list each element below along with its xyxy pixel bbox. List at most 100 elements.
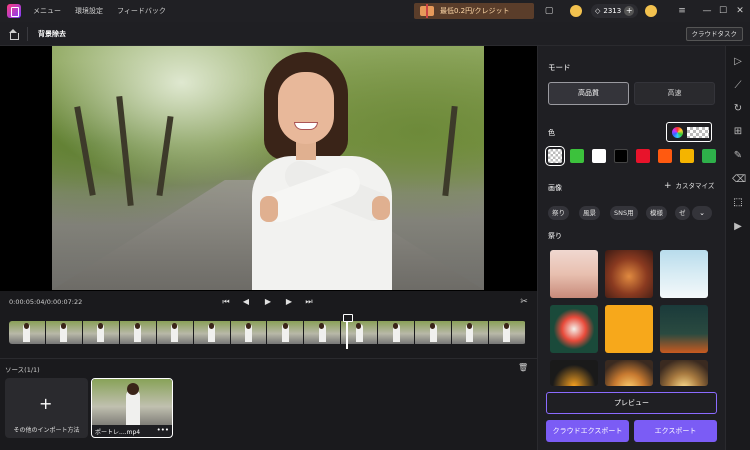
video-preview[interactable] — [0, 46, 537, 291]
color-picker-button[interactable] — [666, 122, 712, 142]
menu-item-feedback[interactable]: フィードバック — [117, 6, 166, 16]
video-play-icon[interactable]: ▶ — [732, 221, 744, 233]
skip-forward-icon[interactable]: ⏭ — [303, 296, 315, 308]
cloud-task-button[interactable]: クラウドタスク — [685, 27, 743, 41]
trash-icon[interactable]: 🗑 — [518, 363, 528, 373]
step-back-icon[interactable]: ◀ — [240, 296, 252, 308]
clip-name: ポートレ....mp4 — [95, 429, 141, 436]
chip-landscape[interactable]: 風景 — [579, 206, 600, 220]
chip-pattern[interactable]: 模様 — [646, 206, 667, 220]
category-label: 祭り — [548, 232, 562, 240]
timeline-frame — [230, 321, 268, 344]
home-icon[interactable] — [8, 29, 19, 40]
play-icon[interactable]: ▷ — [732, 56, 744, 68]
grid-icon[interactable]: ⊞ — [732, 126, 744, 138]
step-forward-icon[interactable]: ▶ — [283, 296, 295, 308]
promo-banner[interactable]: 最低0.2円/クレジット — [414, 3, 534, 19]
sub-toolbar: 背景除去 クラウドタスク — [0, 22, 750, 46]
chip-festival[interactable]: 祭り — [548, 206, 569, 220]
timeline-frame — [304, 321, 342, 344]
tool-strip: ▷ ⟋ ↻ ⊞ ✎ ⌫ ⬚ ▶ — [725, 46, 750, 450]
add-credits-icon[interactable]: + — [624, 6, 635, 16]
diamond-icon: ◇ — [595, 7, 601, 15]
promo-text: 最低0.2円/クレジット — [440, 7, 510, 15]
background-thumbnail[interactable] — [660, 360, 708, 386]
title-bar: メニュー 環境設定 フィードバック 最低0.2円/クレジット ▢ ◇ 2313 … — [0, 0, 750, 22]
timeline-playhead[interactable] — [343, 314, 353, 349]
divider — [27, 27, 28, 41]
menu-item-menu[interactable]: メニュー — [33, 6, 61, 16]
swatch-green[interactable] — [570, 149, 584, 163]
trend-icon[interactable]: ⟋ — [732, 80, 744, 92]
skip-back-icon[interactable]: ⏮ — [220, 296, 232, 308]
export-button[interactable]: エクスポート — [634, 420, 717, 442]
chip-more-category[interactable]: ゼ — [675, 206, 690, 220]
menu-item-preferences[interactable]: 環境設定 — [75, 6, 103, 16]
background-thumbnail[interactable] — [605, 305, 653, 353]
timeline-filmstrip[interactable] — [9, 321, 526, 344]
swatch-black[interactable] — [614, 149, 628, 163]
chip-sns[interactable]: SNS用 — [610, 206, 638, 220]
transparent-preview — [687, 127, 709, 138]
refresh-icon[interactable]: ↻ — [732, 103, 744, 115]
play-icon[interactable]: ▶ — [262, 296, 274, 308]
swatch-white[interactable] — [592, 149, 606, 163]
timeline-frame — [193, 321, 231, 344]
gift-icon — [420, 4, 434, 18]
cloud-export-button[interactable]: クラウドエクスポート — [546, 420, 629, 442]
plus-icon: + — [39, 394, 53, 413]
playback-bar: 0:00:05:04/0:00:07:22 ⏮ ◀ ▶ ▶ ⏭ ✂ — [0, 291, 537, 313]
mode-fast-button[interactable]: 高速 — [634, 82, 715, 105]
background-thumbnail[interactable] — [660, 250, 708, 298]
customize-button[interactable]: + カスタマイズ — [664, 180, 714, 191]
import-label: その他のインポート方法 — [13, 427, 80, 434]
credits-display[interactable]: ◇ 2313 + — [591, 4, 639, 18]
timeline-frame — [378, 321, 416, 344]
user-avatar[interactable] — [645, 5, 657, 17]
image-title: 画像 — [548, 184, 562, 192]
tree-trunk — [442, 105, 458, 197]
chevron-down-icon[interactable]: ⌄ — [692, 206, 712, 220]
background-thumbnail[interactable] — [550, 305, 598, 353]
swatch-orange[interactable] — [658, 149, 672, 163]
customize-label: カスタマイズ — [675, 182, 715, 190]
swatch-red[interactable] — [636, 149, 650, 163]
background-thumbnail[interactable] — [605, 250, 653, 298]
person-subject — [222, 52, 422, 290]
scissors-icon[interactable]: ✂ — [518, 296, 530, 308]
timeline-frame — [82, 321, 120, 344]
background-thumbnail[interactable] — [550, 360, 598, 386]
swatch-dark-green[interactable] — [702, 149, 716, 163]
window-icon[interactable]: ▢ — [543, 5, 555, 17]
timecode: 0:00:05:04/0:00:07:22 — [9, 298, 83, 306]
tree-trunk — [74, 106, 96, 196]
more-menu-icon[interactable]: ≡ — [675, 4, 689, 18]
edit-icon[interactable]: ✎ — [732, 150, 744, 162]
maximize-icon[interactable]: ☐ — [716, 4, 730, 18]
plus-icon: + — [664, 181, 672, 191]
background-thumbnail[interactable] — [550, 250, 598, 298]
background-thumbnail[interactable] — [605, 360, 653, 386]
mode-high-quality-button[interactable]: 高品質 — [548, 82, 629, 105]
source-clip[interactable]: ポートレ....mp4 ••• — [91, 378, 173, 438]
import-more-button[interactable]: + その他のインポート方法 — [5, 378, 88, 438]
clip-thumbnail — [92, 379, 172, 425]
timeline-frame — [415, 321, 453, 344]
close-icon[interactable]: ✕ — [733, 4, 747, 18]
timeline-frame — [119, 321, 157, 344]
eraser-icon[interactable]: ⌫ — [732, 174, 746, 186]
credits-count: 2313 — [603, 7, 622, 15]
preview-button[interactable]: プレビュー — [546, 392, 717, 414]
background-thumbnail[interactable] — [660, 305, 708, 353]
coin-icon[interactable] — [570, 5, 582, 17]
swatch-yellow[interactable] — [680, 149, 694, 163]
swatch-transparent[interactable] — [545, 146, 565, 166]
app-logo-icon — [7, 4, 21, 18]
sources-header: ソース(1/1) 🗑 — [0, 358, 537, 374]
more-options-icon[interactable]: ••• — [157, 426, 169, 434]
timeline-frame — [488, 321, 526, 344]
color-title: 色 — [548, 129, 555, 137]
tree-trunk — [116, 95, 134, 207]
cutout-icon[interactable]: ⬚ — [732, 197, 744, 209]
minimize-icon[interactable]: — — [700, 4, 714, 18]
